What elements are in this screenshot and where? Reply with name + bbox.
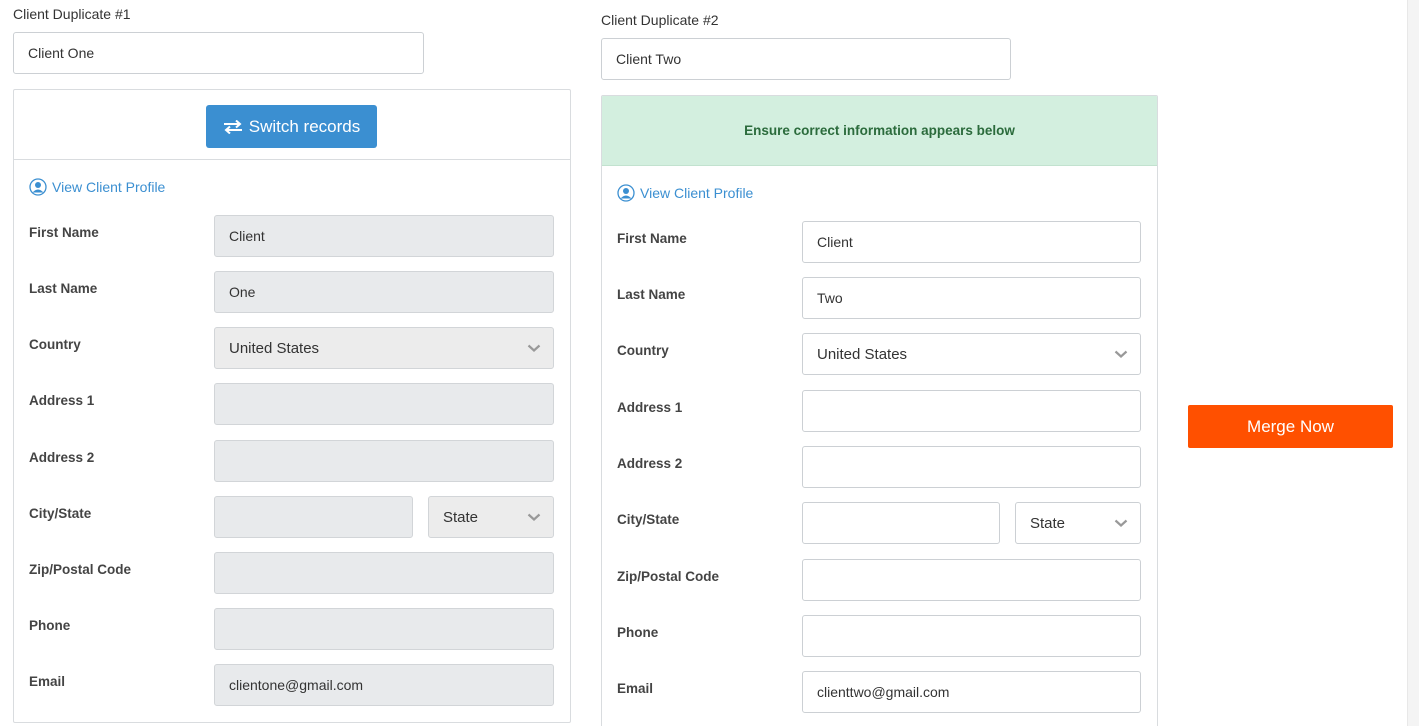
switch-records-button[interactable]: Switch records — [206, 105, 377, 148]
user-circle-icon — [29, 178, 47, 196]
view-client-profile-link-2[interactable]: View Client Profile — [617, 184, 753, 202]
city-field[interactable] — [802, 502, 1000, 544]
view-client-profile-link-1[interactable]: View Client Profile — [29, 178, 165, 196]
chevron-down-icon — [527, 513, 541, 521]
first-name-row: First Name Client — [617, 221, 1141, 263]
client-duplicate-2-input[interactable] — [601, 38, 1011, 80]
address1-label: Address 1 — [617, 400, 683, 415]
client-duplicate-1-input[interactable] — [13, 32, 424, 74]
state-value: State — [1030, 514, 1066, 532]
address1-label: Address 1 — [29, 393, 95, 408]
city-state-label: City/State — [29, 506, 92, 521]
phone-row: Phone — [29, 608, 554, 650]
first-name-label: First Name — [617, 231, 687, 246]
address1-field[interactable] — [214, 383, 554, 425]
swap-arrows-icon — [223, 119, 242, 134]
last-name-field[interactable]: One — [214, 271, 554, 313]
email-label: Email — [29, 674, 66, 689]
last-name-row: Last Name One — [29, 271, 554, 313]
view-client-profile-label: View Client Profile — [640, 185, 754, 201]
page-scrollbar[interactable] — [1407, 0, 1419, 726]
first-name-field[interactable]: Client — [802, 221, 1141, 263]
country-select[interactable]: United States — [214, 327, 554, 369]
chevron-down-icon — [1114, 519, 1128, 527]
city-state-label: City/State — [617, 512, 680, 527]
chevron-down-icon — [1114, 350, 1128, 358]
zip-row: Zip/Postal Code — [617, 559, 1141, 601]
phone-row: Phone — [617, 615, 1141, 657]
address2-row: Address 2 — [29, 440, 554, 482]
email-row: Email clientone@gmail.com — [29, 664, 554, 706]
first-name-label: First Name — [29, 225, 99, 240]
address2-label: Address 2 — [617, 456, 683, 471]
address1-row: Address 1 — [29, 383, 554, 425]
phone-field[interactable] — [802, 615, 1141, 657]
address2-row: Address 2 — [617, 446, 1141, 488]
country-value: United States — [229, 339, 320, 357]
first-name-value: Client — [817, 234, 853, 250]
first-name-field[interactable]: Client — [214, 215, 554, 257]
switch-records-bar: Switch records — [14, 90, 570, 160]
address2-field[interactable] — [214, 440, 554, 482]
client-2-panel: Ensure correct information appears below… — [601, 95, 1158, 726]
state-select[interactable]: State — [428, 496, 554, 538]
zip-field[interactable] — [214, 552, 554, 594]
country-label: Country — [617, 343, 669, 358]
zip-field[interactable] — [802, 559, 1141, 601]
email-field[interactable]: clientone@gmail.com — [214, 664, 554, 706]
state-value: State — [443, 508, 479, 526]
view-client-profile-label: View Client Profile — [52, 179, 166, 195]
country-select[interactable]: United States — [802, 333, 1141, 375]
first-name-row: First Name Client — [29, 215, 554, 257]
zip-label: Zip/Postal Code — [617, 569, 720, 584]
first-name-value: Client — [229, 228, 265, 244]
city-state-row: City/State State — [617, 502, 1141, 544]
phone-field[interactable] — [214, 608, 554, 650]
last-name-label: Last Name — [617, 287, 686, 302]
email-value: clientone@gmail.com — [229, 677, 364, 693]
country-row: Country United States — [617, 333, 1141, 375]
last-name-row: Last Name Two — [617, 277, 1141, 319]
phone-label: Phone — [617, 625, 659, 640]
user-circle-icon — [617, 184, 635, 202]
notice-text: Ensure correct information appears below — [744, 123, 1015, 138]
client-1-panel: Switch records View Client Profile First… — [13, 89, 571, 723]
client-duplicate-2-label: Client Duplicate #2 — [601, 12, 719, 28]
email-field[interactable]: clienttwo@gmail.com — [802, 671, 1141, 713]
notice-banner: Ensure correct information appears below — [602, 96, 1157, 166]
email-row: Email clienttwo@gmail.com — [617, 671, 1141, 713]
country-value: United States — [817, 345, 908, 363]
chevron-down-icon — [527, 344, 541, 352]
last-name-value: Two — [817, 290, 843, 306]
city-state-row: City/State State — [29, 496, 554, 538]
address2-label: Address 2 — [29, 450, 95, 465]
last-name-value: One — [229, 284, 256, 300]
email-value: clienttwo@gmail.com — [817, 684, 950, 700]
merge-now-button[interactable]: Merge Now — [1188, 405, 1393, 448]
zip-row: Zip/Postal Code — [29, 552, 554, 594]
city-field[interactable] — [214, 496, 413, 538]
zip-label: Zip/Postal Code — [29, 562, 132, 577]
country-row: Country United States — [29, 327, 554, 369]
country-label: Country — [29, 337, 81, 352]
last-name-field[interactable]: Two — [802, 277, 1141, 319]
state-select[interactable]: State — [1015, 502, 1141, 544]
address1-row: Address 1 — [617, 390, 1141, 432]
client-duplicate-1-label: Client Duplicate #1 — [13, 6, 131, 22]
last-name-label: Last Name — [29, 281, 98, 296]
email-label: Email — [617, 681, 654, 696]
phone-label: Phone — [29, 618, 71, 633]
address2-field[interactable] — [802, 446, 1141, 488]
address1-field[interactable] — [802, 390, 1141, 432]
switch-records-label: Switch records — [248, 116, 361, 136]
